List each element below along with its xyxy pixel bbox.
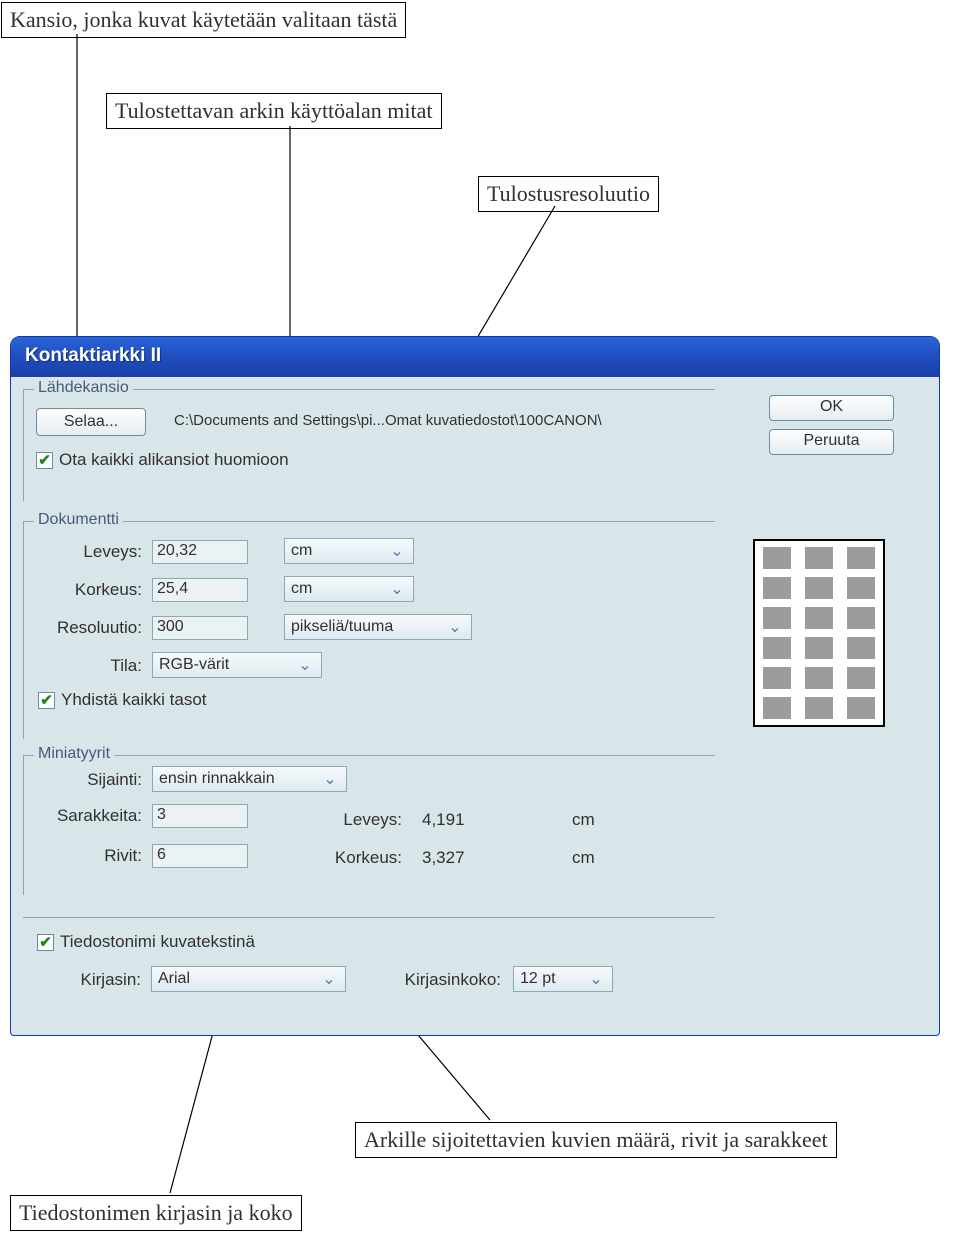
height-label: Korkeus: [24,580,142,600]
preview-cell [847,607,875,629]
font-size-select[interactable]: 12 pt ⌄ [513,966,613,992]
preview-cell [805,577,833,599]
placement-value: ensin rinnakkain [159,770,275,788]
thumb-width-label: Leveys: [284,810,402,830]
font-size-label: Kirjasinkoko: [353,970,501,990]
group-document: Dokumentti Leveys: 20,32 cm ⌄ Korkeus: 2… [23,521,715,739]
dialog-body: OK Peruuta Lähdekansio Selaa... C:\Docum… [11,377,939,397]
preview-cell [763,697,791,719]
chevron-down-icon: ⌄ [319,969,339,989]
filename-caption-label: Tiedostonimi kuvatekstinä [60,932,255,952]
width-unit-value: cm [291,542,312,560]
mode-value: RGB-värit [159,656,229,674]
resolution-input[interactable]: 300 [152,616,248,640]
chevron-down-icon: ⌄ [320,769,340,789]
flatten-layers-checkbox[interactable]: ✔ Yhdistä kaikki tasot [38,690,207,710]
placement-label: Sijainti: [24,770,142,790]
thumb-height-unit: cm [572,848,595,868]
placement-select[interactable]: ensin rinnakkain ⌄ [152,766,347,792]
columns-input[interactable]: 3 [152,804,248,828]
group-document-legend: Dokumentti [34,511,123,529]
width-input[interactable]: 20,32 [152,540,248,564]
preview-cell [763,637,791,659]
resolution-label: Resoluutio: [24,618,142,638]
source-path: C:\Documents and Settings\pi...Omat kuva… [174,412,602,429]
preview-cell [847,547,875,569]
preview-cell [847,637,875,659]
height-input[interactable]: 25,4 [152,578,248,602]
chevron-down-icon: ⌄ [387,541,407,561]
callout-placement: Arkille sijoitettavien kuvien määrä, riv… [355,1122,837,1158]
preview-cell [847,697,875,719]
include-subfolders-label: Ota kaikki alikansiot huomioon [59,450,289,470]
group-source-legend: Lähdekansio [34,379,133,397]
columns-label: Sarakkeita: [24,806,142,826]
callout-folder: Kansio, jonka kuvat käytetään valitaan t… [1,2,406,38]
thumb-height-value: 3,327 [422,848,465,868]
callout-resolution: Tulostusresoluutio [478,176,659,212]
mode-select[interactable]: RGB-värit ⌄ [152,652,322,678]
ok-button[interactable]: OK [769,395,894,421]
group-caption: ✔ Tiedostonimi kuvatekstinä Kirjasin: Ar… [23,917,715,918]
cancel-button[interactable]: Peruuta [769,429,894,455]
width-label: Leveys: [24,542,142,562]
preview-cell [763,667,791,689]
browse-button[interactable]: Selaa... [36,408,146,436]
font-value: Arial [158,970,190,988]
height-unit-value: cm [291,580,312,598]
thumb-height-label: Korkeus: [284,848,402,868]
group-thumbnails-legend: Miniatyyrit [34,745,114,763]
preview-cell [763,547,791,569]
callout-sheet: Tulostettavan arkin käyttöalan mitat [106,93,442,129]
resolution-unit-select[interactable]: pikseliä/tuuma ⌄ [284,614,472,640]
preview-cell [805,637,833,659]
preview-cell [805,607,833,629]
chevron-down-icon: ⌄ [295,655,315,675]
chevron-down-icon: ⌄ [586,969,606,989]
chevron-down-icon: ⌄ [387,579,407,599]
contact-sheet-preview [753,539,885,727]
check-icon: ✔ [38,692,55,709]
dialog-titlebar[interactable]: Kontaktiarkki II [11,337,939,377]
preview-cell [805,697,833,719]
include-subfolders-checkbox[interactable]: ✔ Ota kaikki alikansiot huomioon [36,450,289,470]
height-unit-select[interactable]: cm ⌄ [284,576,414,602]
font-size-value: 12 pt [520,970,556,988]
callout-font: Tiedostonimen kirjasin ja koko [10,1195,302,1231]
flatten-layers-label: Yhdistä kaikki tasot [61,690,207,710]
check-icon: ✔ [36,452,53,469]
thumb-width-value: 4,191 [422,810,465,830]
thumb-width-unit: cm [572,810,595,830]
resolution-unit-value: pikseliä/tuuma [291,618,393,636]
mode-label: Tila: [24,656,142,676]
dialog-contact-sheet: Kontaktiarkki II OK Peruuta Lähdekansio … [10,336,940,1036]
font-label: Kirjasin: [23,970,141,990]
width-unit-select[interactable]: cm ⌄ [284,538,414,564]
group-source-folder: Lähdekansio Selaa... C:\Documents and Se… [23,389,715,501]
chevron-down-icon: ⌄ [445,617,465,637]
preview-cell [763,577,791,599]
rows-label: Rivit: [24,846,142,866]
filename-caption-checkbox[interactable]: ✔ Tiedostonimi kuvatekstinä [37,932,255,952]
check-icon: ✔ [37,934,54,951]
preview-cell [805,547,833,569]
preview-cell [805,667,833,689]
rows-input[interactable]: 6 [152,844,248,868]
group-thumbnails: Miniatyyrit Sijainti: ensin rinnakkain ⌄… [23,755,715,895]
preview-cell [847,667,875,689]
font-select[interactable]: Arial ⌄ [151,966,346,992]
preview-cell [847,577,875,599]
preview-cell [763,607,791,629]
